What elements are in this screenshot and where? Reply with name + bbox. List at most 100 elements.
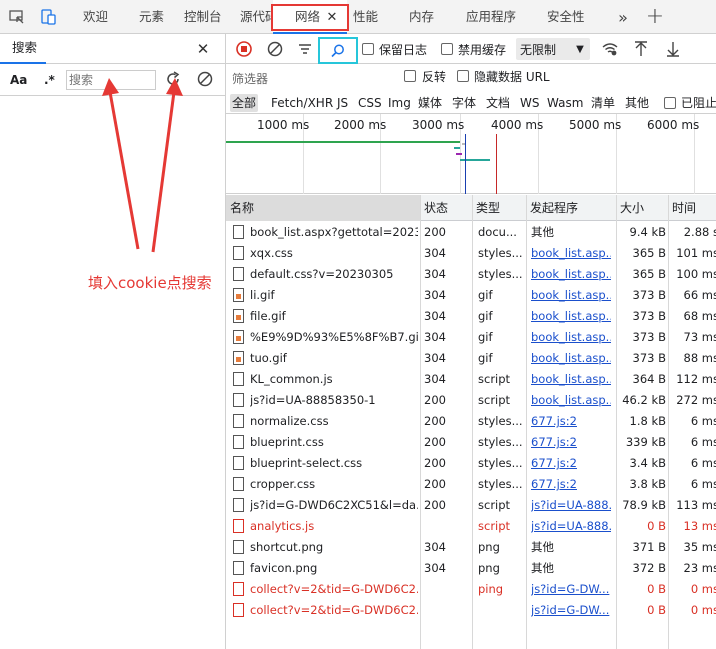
tab-performance[interactable]: 性能 — [353, 0, 378, 34]
filter-icon[interactable] — [296, 40, 314, 58]
request-name: book_list.aspx?gettotal=2023... — [250, 225, 418, 239]
request-initiator[interactable]: book_list.asp... — [531, 390, 611, 411]
table-row[interactable]: default.css?v=20230305 304 styles... book_l… — [226, 264, 716, 285]
table-row[interactable]: cropper.css 200 styles... 677.js:2 3.8 kB 6 m… — [226, 474, 716, 495]
request-size: 339 kB — [625, 435, 666, 449]
request-status — [424, 600, 468, 621]
request-initiator[interactable]: js?id=G-DW... — [531, 579, 611, 600]
upload-icon[interactable] — [632, 40, 650, 58]
request-time: 100 ms — [676, 267, 716, 281]
table-row[interactable]: js?id=UA-88858350-1 200 script book_list.as… — [226, 390, 716, 411]
inspect-element-icon[interactable] — [8, 8, 26, 26]
column-header-time[interactable]: 时间 — [668, 195, 716, 221]
blocked-checkbox[interactable] — [664, 97, 676, 109]
request-type: script — [478, 372, 511, 386]
search-input[interactable] — [66, 70, 156, 90]
request-initiator[interactable]: js?id=G-DW... — [531, 600, 611, 621]
tab-application[interactable]: 应用程序 — [466, 0, 516, 34]
request-initiator[interactable]: js?id=UA-888... — [531, 516, 611, 537]
column-header-name[interactable]: 名称 — [226, 195, 420, 221]
request-name: li.gif — [250, 288, 275, 302]
search-tab[interactable]: 搜索 — [0, 34, 46, 64]
table-row[interactable]: blueprint.css 200 styles... 677.js:2 339 kB 6… — [226, 432, 716, 453]
clear-icon[interactable] — [195, 69, 215, 89]
type-filter-wasm[interactable]: Wasm — [545, 94, 585, 112]
invert-checkbox[interactable] — [404, 70, 416, 82]
table-row[interactable]: analytics.js script js?id=UA-888... 0 B 13 m… — [226, 516, 716, 537]
column-header-initiator[interactable]: 发起程序 — [526, 195, 616, 221]
column-header-type[interactable]: 类型 — [472, 195, 526, 221]
more-tabs-icon[interactable]: » — [614, 8, 632, 27]
table-row[interactable]: shortcut.png 304 png 其他 371 B 35 ms — [226, 537, 716, 558]
table-row[interactable]: blueprint-select.css 200 styles... 677.js:2… — [226, 453, 716, 474]
column-header-status[interactable]: 状态 — [420, 195, 472, 221]
request-type: docu... — [478, 225, 517, 239]
table-row[interactable]: collect?v=2&tid=G-DWD6C2... ping js?id=G-D… — [226, 579, 716, 600]
disable-cache-checkbox[interactable] — [441, 43, 453, 55]
close-icon[interactable]: ✕ — [195, 40, 211, 58]
request-time: 66 ms — [683, 288, 716, 302]
table-row[interactable]: favicon.png 304 png 其他 372 B 23 ms — [226, 558, 716, 579]
column-header-size[interactable]: 大小 — [616, 195, 668, 221]
table-row[interactable]: collect?v=2&tid=G-DWD6C2... js?id=G-DW...… — [226, 600, 716, 621]
type-filter-font[interactable]: 字体 — [450, 94, 478, 112]
request-initiator[interactable]: book_list.asp... — [531, 243, 611, 264]
table-row[interactable]: tuo.gif 304 gif book_list.asp... 373 B 88 ms — [226, 348, 716, 369]
table-row[interactable]: KL_common.js 304 script book_list.asp... 364… — [226, 369, 716, 390]
tab-memory[interactable]: 内存 — [409, 0, 434, 34]
search-icon[interactable] — [318, 37, 358, 64]
tab-console[interactable]: 控制台 — [184, 0, 222, 34]
throttle-select[interactable]: 无限制 ▼ — [516, 38, 590, 60]
download-icon[interactable] — [664, 40, 682, 58]
request-initiator[interactable]: book_list.asp... — [531, 285, 611, 306]
type-filter-fetch-xhr[interactable]: Fetch/XHR — [269, 94, 335, 112]
record-stop-icon[interactable] — [234, 39, 254, 59]
type-filter-img[interactable]: Img — [386, 94, 413, 112]
request-initiator[interactable]: 677.js:2 — [531, 453, 611, 474]
type-filter-media[interactable]: 媒体 — [416, 94, 444, 112]
type-filter-other[interactable]: 其他 — [623, 94, 651, 112]
table-row[interactable]: js?id=G-DWD6C2XC51&l=da... 200 script js?id… — [226, 495, 716, 516]
request-initiator[interactable]: 677.js:2 — [531, 411, 611, 432]
request-initiator[interactable]: 677.js:2 — [531, 474, 611, 495]
add-tab-icon[interactable]: + — [645, 4, 665, 29]
annotation-arrows — [102, 78, 183, 253]
request-initiator[interactable]: book_list.asp... — [531, 264, 611, 285]
request-initiator[interactable]: book_list.asp... — [531, 327, 611, 348]
filter-input[interactable]: 筛选器 — [232, 70, 268, 87]
timeline-tick: 5000 ms — [569, 118, 622, 132]
type-filter-js[interactable]: JS — [335, 94, 350, 112]
request-initiator[interactable]: js?id=UA-888... — [531, 495, 611, 516]
request-status: 304 — [424, 288, 446, 302]
preserve-log-checkbox[interactable] — [362, 43, 374, 55]
type-filter-ws[interactable]: WS — [518, 94, 541, 112]
network-conditions-icon[interactable] — [601, 40, 619, 58]
table-row[interactable]: xqx.css 304 styles... book_list.asp... 365 B… — [226, 243, 716, 264]
table-row[interactable]: file.gif 304 gif book_list.asp... 373 B 68 ms — [226, 306, 716, 327]
refresh-icon[interactable] — [163, 69, 183, 89]
type-filter-doc[interactable]: 文档 — [484, 94, 512, 112]
regex-button[interactable]: .* — [44, 72, 55, 88]
request-initiator[interactable]: book_list.asp... — [531, 306, 611, 327]
device-emulation-icon[interactable] — [40, 8, 58, 26]
type-filter-manifest[interactable]: 清单 — [589, 94, 617, 112]
match-case-button[interactable]: Aa — [10, 72, 27, 88]
tab-elements[interactable]: 元素 — [139, 0, 164, 34]
type-filter-all[interactable]: 全部 — [230, 94, 259, 112]
tab-security[interactable]: 安全性 — [547, 0, 585, 34]
tab-welcome[interactable]: 欢迎 — [83, 0, 108, 34]
request-initiator[interactable]: book_list.asp... — [531, 369, 611, 390]
table-row[interactable]: book_list.aspx?gettotal=2023... 200 docu..… — [226, 222, 716, 243]
table-row[interactable]: normalize.css 200 styles... 677.js:2 1.8 kB 6… — [226, 411, 716, 432]
image-file-icon — [233, 309, 244, 323]
request-initiator[interactable]: book_list.asp... — [531, 348, 611, 369]
type-filter-css[interactable]: CSS — [356, 94, 384, 112]
request-status: 200 — [424, 225, 446, 239]
table-row[interactable]: li.gif 304 gif book_list.asp... 373 B 66 ms — [226, 285, 716, 306]
request-initiator[interactable]: 677.js:2 — [531, 432, 611, 453]
document-file-icon — [233, 225, 244, 239]
hide-data-urls-checkbox[interactable] — [457, 70, 469, 82]
request-type: gif — [478, 288, 493, 302]
table-row[interactable]: %E9%9D%93%E5%8F%B7.gif 304 gif book_list.as… — [226, 327, 716, 348]
clear-log-icon[interactable] — [265, 39, 285, 59]
